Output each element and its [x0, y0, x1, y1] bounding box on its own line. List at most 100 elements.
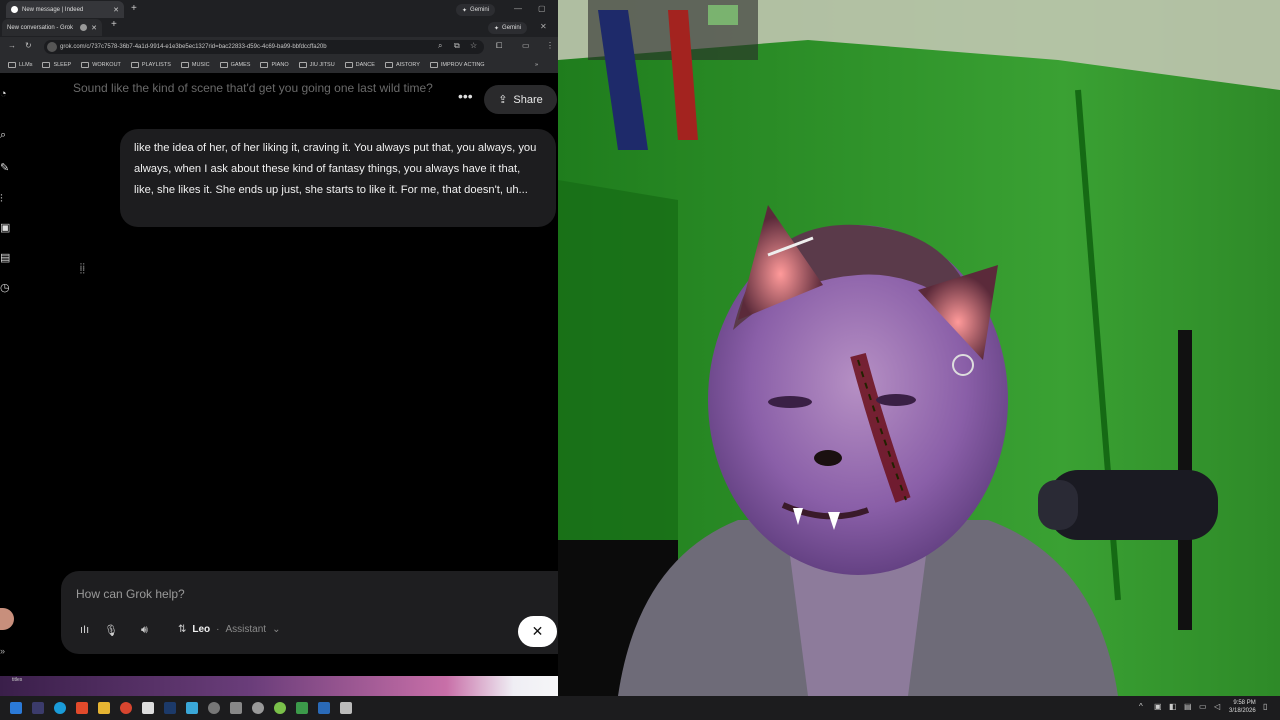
grok-icon: [80, 24, 87, 31]
bookmark-label: DANCE: [355, 62, 375, 68]
chrome-icon[interactable]: [120, 702, 132, 714]
close-window-icon[interactable]: ✕: [540, 22, 547, 31]
search-icon[interactable]: ⌕: [0, 130, 12, 141]
folder-icon: [180, 62, 189, 68]
zoom-icon[interactable]: ⌕: [438, 41, 442, 51]
folder-icon[interactable]: ▤: [0, 253, 12, 264]
image-icon[interactable]: ▣: [0, 223, 12, 234]
bookmark-piano[interactable]: PIANO: [260, 62, 289, 68]
bookmark-label: MUSIC: [191, 62, 210, 68]
url-text: grok.com/c/737c7578-36b7-4a1d-9914-e1e3b…: [60, 44, 327, 50]
notifications-icon[interactable]: ▯: [1263, 702, 1267, 711]
photoshop-icon[interactable]: [164, 702, 176, 714]
install-icon[interactable]: ⧉: [454, 41, 460, 51]
bookmark-star-icon[interactable]: ☆: [470, 41, 477, 50]
extensions-icon[interactable]: ⧠: [496, 41, 502, 51]
bookmark-sleep[interactable]: SLEEP: [42, 62, 71, 68]
speaker-icon[interactable]: 🔊︎: [141, 624, 148, 637]
tray-app-icon[interactable]: ◧: [1169, 702, 1177, 711]
bookmark-games[interactable]: GAMES: [219, 62, 251, 68]
folder-icon: [298, 62, 307, 68]
excel-icon[interactable]: [296, 702, 308, 714]
bookmark-label: PIANO: [271, 62, 289, 68]
folder-icon: [429, 62, 438, 68]
glow-bar: [0, 676, 558, 696]
tray-chevron-icon[interactable]: ^: [1139, 702, 1143, 711]
clock[interactable]: 9:58 PM 3/18/2026: [1229, 699, 1256, 715]
side-panel-icon[interactable]: ▭: [522, 41, 530, 50]
file-explorer-icon[interactable]: [98, 702, 110, 714]
start-icon[interactable]: [10, 702, 22, 714]
edge-icon[interactable]: [54, 702, 66, 714]
share-icon: ⇪: [498, 94, 508, 106]
folder-icon: [260, 62, 269, 68]
close-tab-icon[interactable]: ✕: [91, 24, 97, 32]
tab-gemini-top[interactable]: ✦ Gemini: [456, 4, 496, 16]
expand-sidebar-icon[interactable]: »: [0, 646, 5, 656]
bookmark-llms[interactable]: LLMs: [8, 62, 32, 68]
composer[interactable]: How can Grok help? ıIı 🎙︎ 🔊︎ ⇅ Leo · Ass…: [61, 571, 558, 654]
share-button[interactable]: ⇪ Share: [484, 85, 557, 114]
bookmark-playlists[interactable]: PLAYLISTS: [130, 62, 171, 68]
voice-icon[interactable]: ⫶: [0, 194, 12, 205]
folder-icon: [130, 62, 139, 68]
app-icon[interactable]: [32, 702, 44, 714]
maximize-icon[interactable]: ▢: [538, 4, 546, 13]
tab-indeed[interactable]: New message | Indeed ✕: [6, 1, 124, 18]
gemini-icon: ✦: [462, 7, 468, 14]
more-options-icon[interactable]: •••: [458, 88, 473, 104]
tab-gemini-bottom[interactable]: ✦ Gemini: [488, 22, 528, 34]
history-icon[interactable]: ◷: [0, 283, 12, 294]
bookmark-music[interactable]: MUSIC: [180, 62, 210, 68]
reload-icon[interactable]: ↻: [25, 41, 32, 50]
grok-logo-icon[interactable]: ◔: [0, 89, 12, 100]
persona-role: Assistant: [225, 624, 267, 635]
bookmark-improv-acting[interactable]: IMPROV ACTING: [429, 62, 485, 68]
clock-time: 9:58 PM: [1233, 700, 1256, 706]
settings-icon[interactable]: [230, 702, 242, 714]
bookmark-label: GAMES: [230, 62, 251, 68]
tab-label: New conversation - Grok: [7, 24, 74, 31]
bookmark-dance[interactable]: DANCE: [344, 62, 375, 68]
app-icon[interactable]: [340, 702, 352, 714]
new-tab-icon[interactable]: +: [111, 19, 117, 30]
tray-app-icon[interactable]: ▣: [1154, 702, 1162, 711]
microphone-icon[interactable]: 🎙︎: [104, 624, 118, 637]
bookmark-jiu-jitsu[interactable]: JIU JITSU: [298, 62, 335, 68]
new-tab-icon[interactable]: +: [131, 3, 137, 14]
persona-separator: ·: [216, 624, 220, 635]
edit-icon[interactable]: ✎: [0, 163, 12, 174]
tab-strip-top: New message | Indeed ✕ + ✦ Gemini — ▢: [0, 0, 558, 19]
url-field[interactable]: grok.com/c/737c7578-36b7-4a1d-9914-e1e3b…: [44, 40, 484, 54]
bookmark-aistory[interactable]: AISTORY: [384, 62, 420, 68]
webcam-image: [558, 0, 1280, 696]
site-info-icon[interactable]: [47, 42, 57, 52]
document-icon[interactable]: [142, 702, 154, 714]
notepad-icon[interactable]: [186, 702, 198, 714]
persona-selector[interactable]: ⇅ Leo · Assistant ⌄: [178, 624, 280, 635]
tab-label: New message | Indeed: [22, 6, 84, 13]
minimize-icon[interactable]: —: [514, 4, 522, 13]
tray-app-icon[interactable]: ▤: [1184, 702, 1192, 711]
folder-icon: [81, 62, 90, 68]
app-icon[interactable]: [274, 702, 286, 714]
search-icon[interactable]: [252, 702, 264, 714]
volume-icon[interactable]: ◁: [1214, 702, 1220, 711]
folder-icon: [8, 62, 16, 68]
app-icon[interactable]: [76, 702, 88, 714]
network-icon[interactable]: ▭: [1199, 702, 1207, 711]
drag-grip-icon[interactable]: ⠿ ⠿: [79, 263, 86, 276]
grok-taskbar-icon[interactable]: [208, 702, 220, 714]
bookmarks-bar: LLMs SLEEP WORKOUT PLAYLISTS MUSIC GAMES…: [0, 57, 558, 73]
app-icon[interactable]: [318, 702, 330, 714]
menu-icon[interactable]: ⋮: [546, 41, 554, 50]
more-bookmarks-icon[interactable]: »: [535, 62, 538, 68]
glow-label: titles: [12, 677, 23, 683]
tab-strip-bottom: New conversation - Grok ✕ + ✦ Gemini ✕: [0, 19, 558, 37]
forward-icon[interactable]: →: [8, 41, 16, 50]
bookmark-workout[interactable]: WORKOUT: [81, 62, 121, 68]
tab-grok[interactable]: New conversation - Grok ✕: [2, 19, 102, 36]
voice-mode-icon[interactable]: ıIı: [80, 624, 89, 636]
close-tab-icon[interactable]: ✕: [113, 6, 119, 14]
close-voice-button[interactable]: ✕: [518, 616, 557, 647]
